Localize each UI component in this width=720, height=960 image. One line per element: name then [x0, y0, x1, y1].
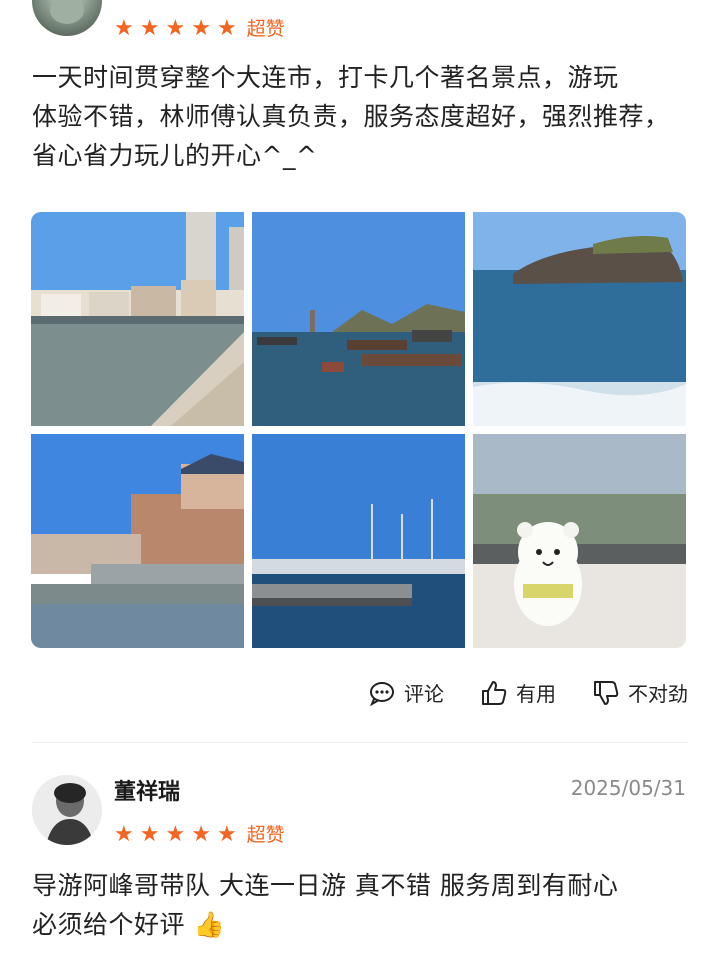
- star-icon: ★: [165, 822, 186, 847]
- divider: [32, 742, 688, 743]
- review-date: 2025/05/31: [570, 776, 686, 800]
- reviewer-avatar[interactable]: [32, 0, 102, 36]
- review-text-line: 必须给个好评 👍: [32, 910, 226, 939]
- reviewer-name[interactable]: 董祥瑞: [114, 774, 180, 806]
- review-text: 一天时间贯穿整个大连市，打卡几个著名景点，游玩 体验不错，林师傅认真负责，服务态…: [32, 58, 694, 175]
- rating-label: 超赞: [246, 18, 285, 40]
- review-actions: 评论 有用 不对劲: [368, 678, 688, 707]
- comment-icon: [370, 681, 394, 706]
- star-icon: ★: [114, 16, 134, 41]
- star-icon: ★: [191, 822, 211, 847]
- useful-label: 有用: [516, 682, 556, 706]
- review-text-line: 导游阿峰哥带队 大连一日游 真不错 服务周到有耐心: [32, 871, 619, 900]
- star-icon: ★: [139, 16, 160, 41]
- rating-label: 超赞: [246, 824, 285, 846]
- not-right-button[interactable]: 不对劲: [592, 678, 688, 707]
- review-photo[interactable]: [31, 434, 244, 648]
- star-icon: ★: [191, 16, 211, 41]
- review-text-line: 一天时间贯穿整个大连市，打卡几个著名景点，游玩: [32, 63, 619, 92]
- review-photo[interactable]: [252, 434, 465, 648]
- star-icon: ★: [114, 822, 134, 847]
- review-photo[interactable]: [473, 434, 686, 648]
- review-photo[interactable]: [252, 212, 465, 426]
- useful-button[interactable]: 有用: [480, 678, 556, 707]
- thumbs-up-icon: [482, 680, 507, 705]
- review-text-line: 体验不错，林师傅认真负责，服务态度超好，强烈推荐，: [32, 102, 670, 131]
- review-text-line: 省心省力玩儿的开心^_^: [32, 141, 318, 170]
- thumbs-down-icon: [594, 680, 619, 705]
- review-photo[interactable]: [31, 212, 244, 426]
- star-icon: ★: [139, 822, 160, 847]
- rating-stars: ★ ★ ★ ★ ★ 超赞: [114, 822, 285, 847]
- photo-grid: [31, 212, 687, 648]
- review-text: 导游阿峰哥带队 大连一日游 真不错 服务周到有耐心 必须给个好评 👍: [32, 866, 694, 944]
- comment-button[interactable]: 评论: [368, 678, 444, 707]
- star-icon: ★: [216, 822, 237, 847]
- reviewer-avatar[interactable]: [32, 775, 102, 845]
- star-icon: ★: [216, 16, 237, 41]
- review-photo[interactable]: [473, 212, 686, 426]
- not-right-label: 不对劲: [628, 682, 688, 706]
- comment-label: 评论: [404, 682, 444, 706]
- star-icon: ★: [165, 16, 186, 41]
- rating-stars: ★ ★ ★ ★ ★ 超赞: [114, 16, 285, 41]
